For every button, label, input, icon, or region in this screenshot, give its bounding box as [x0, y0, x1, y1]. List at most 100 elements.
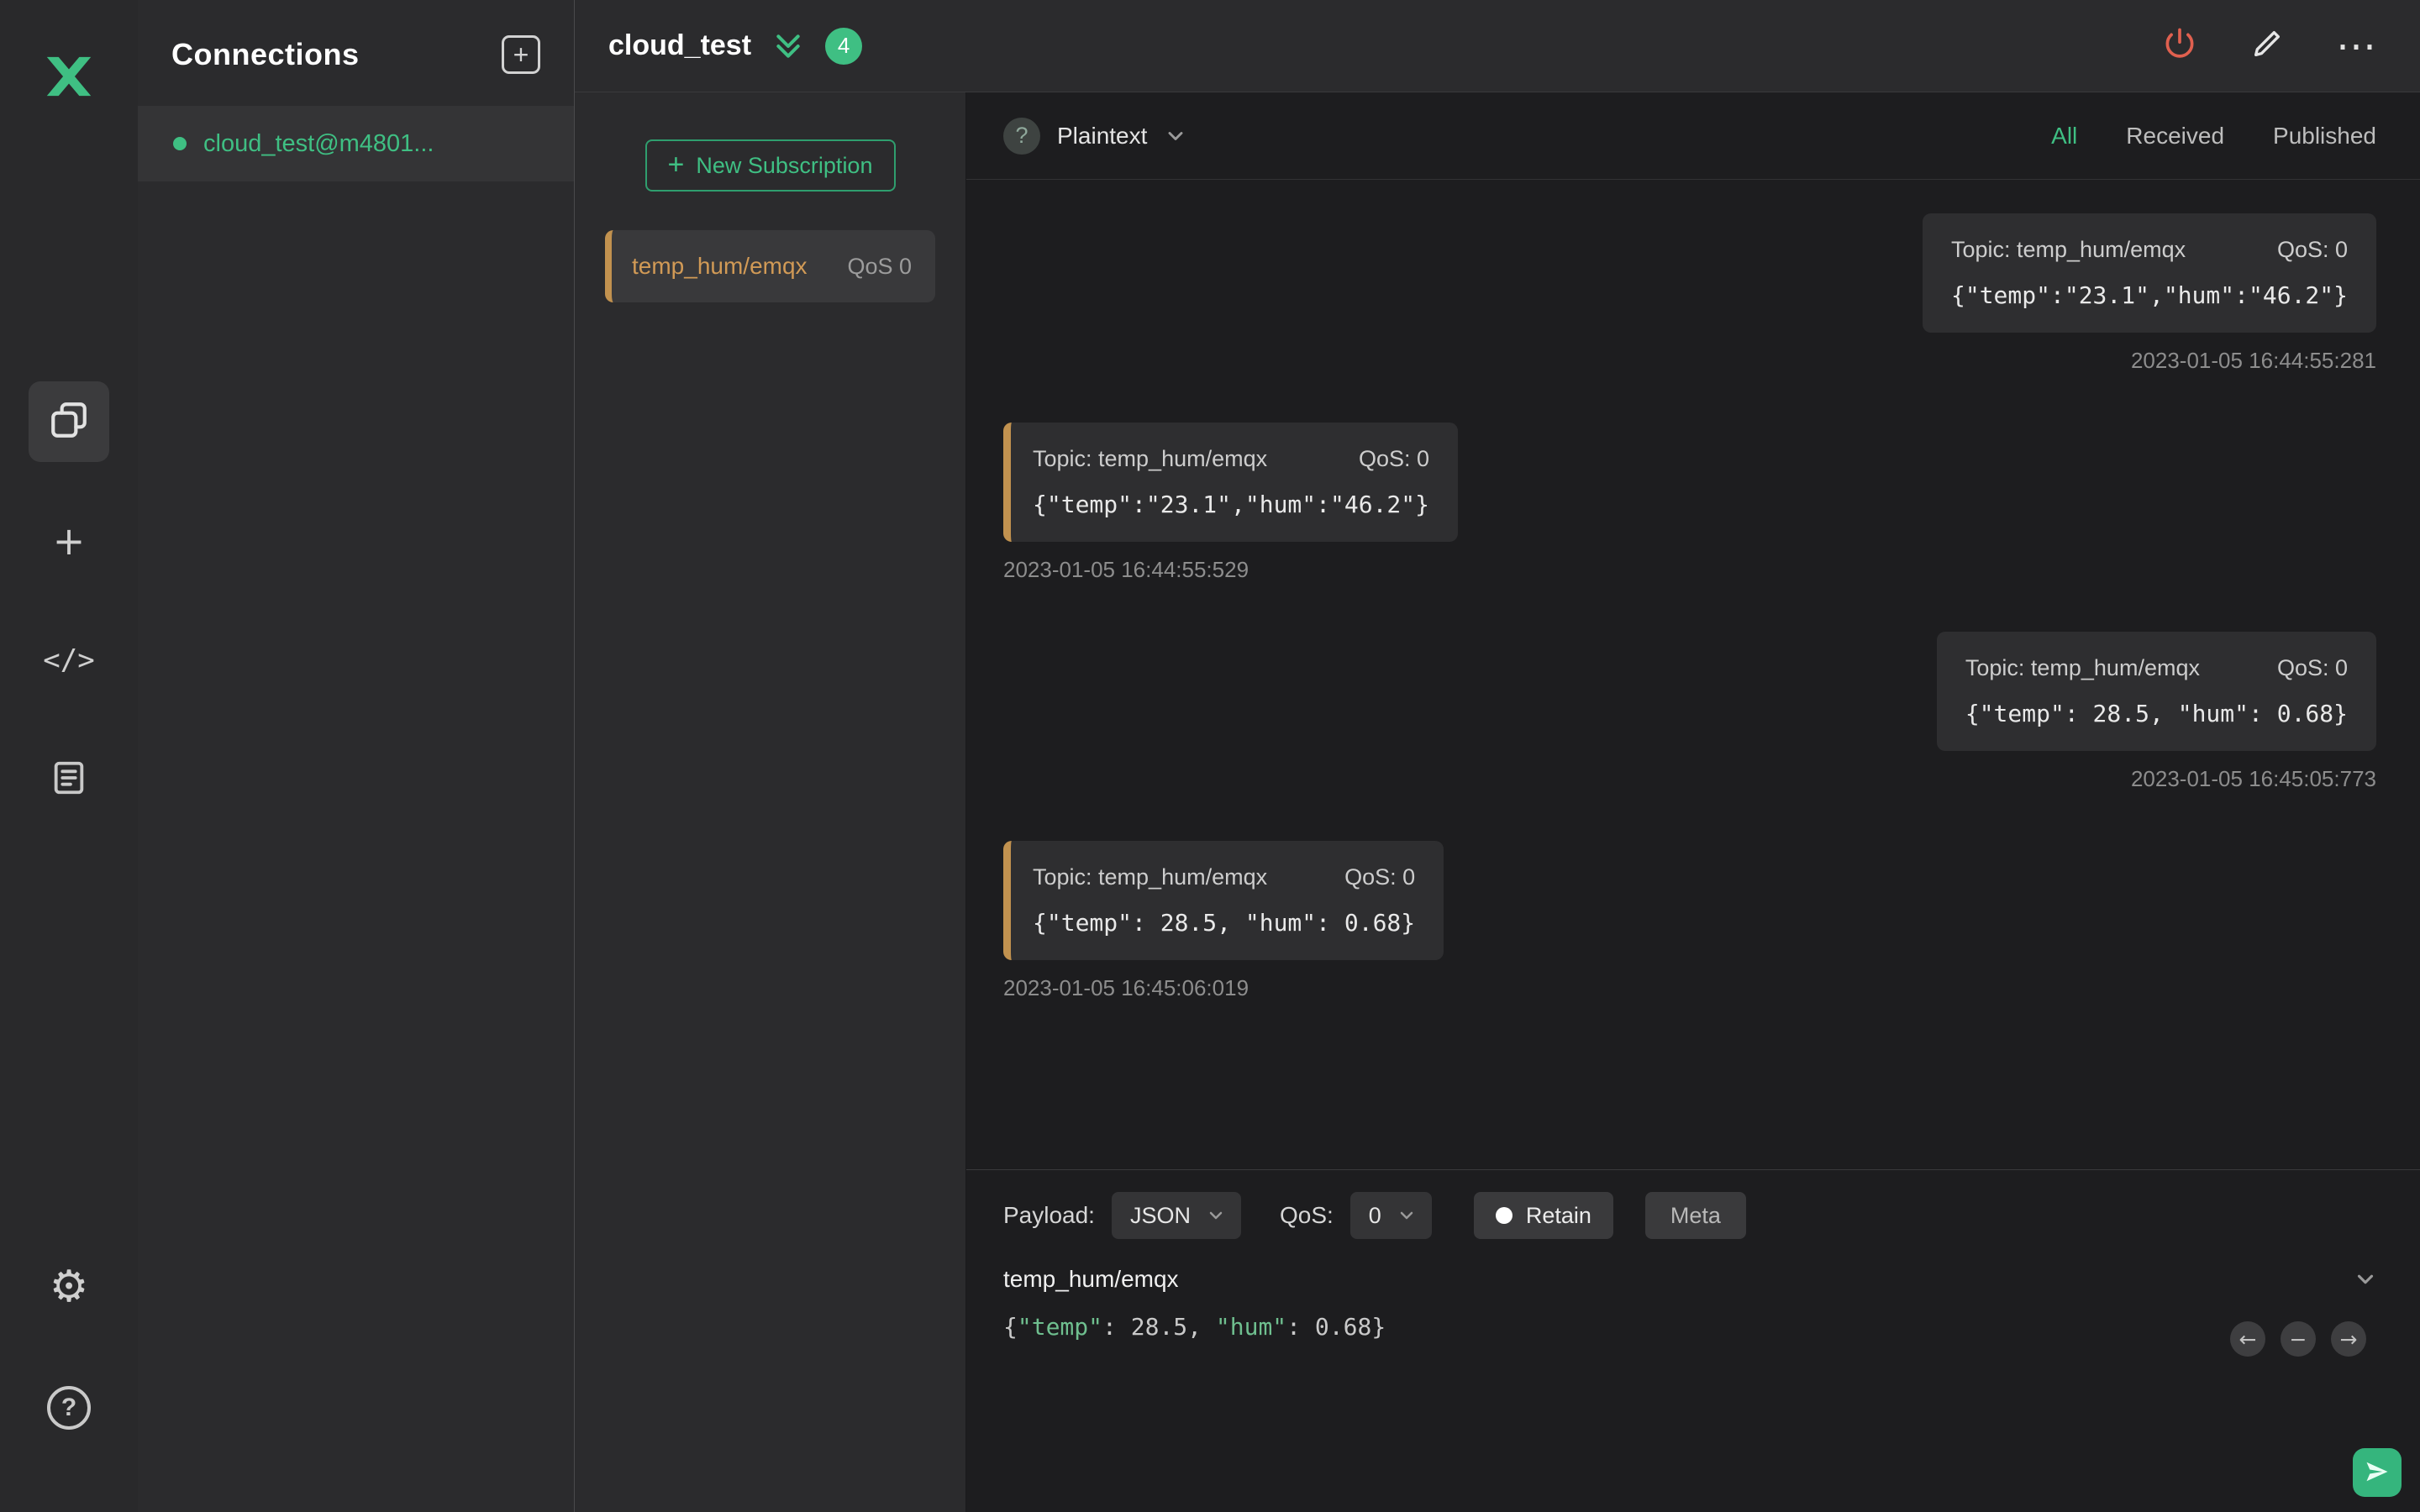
- retain-toggle[interactable]: Retain: [1473, 1192, 1613, 1239]
- connections-header: Connections +: [138, 0, 574, 106]
- message-published: Topic: temp_hum/emqx QoS: 0 {"temp": 28.…: [1003, 632, 2376, 792]
- filter-received[interactable]: Received: [2126, 123, 2224, 150]
- message-card-header: Topic: temp_hum/emqx QoS: 0: [1033, 864, 1415, 890]
- message-timestamp: 2023-01-05 16:45:06:019: [1003, 975, 1249, 1000]
- collapse-editor-chevron-icon[interactable]: [2353, 1267, 2378, 1292]
- messages-panel: ? Plaintext All Received Published Topic…: [966, 92, 2420, 1512]
- edit-connection-button[interactable]: [2250, 27, 2284, 65]
- qos-value: 0: [1368, 1202, 1381, 1228]
- gear-icon: ⚙: [49, 1262, 89, 1312]
- message-filters: All Received Published: [2051, 123, 2376, 150]
- collapse-editor-button[interactable]: −: [2281, 1321, 2316, 1357]
- message-card[interactable]: Topic: temp_hum/emqx QoS: 0 {"temp": 28.…: [1936, 632, 2376, 751]
- add-connection-button[interactable]: +: [502, 35, 540, 74]
- disconnect-button[interactable]: [2161, 25, 2198, 66]
- connections-panel: Connections + cloud_test@m4801...: [138, 0, 575, 1512]
- message-topic: Topic: temp_hum/emqx: [1965, 655, 2200, 680]
- message-list[interactable]: Topic: temp_hum/emqx QoS: 0 {"temp":"23.…: [966, 180, 2420, 1169]
- publish-controls: Payload: JSON QoS: 0 Retain Meta: [1003, 1192, 2383, 1239]
- subscription-count-badge: 4: [825, 27, 863, 65]
- message-card-header: Topic: temp_hum/emqx QoS: 0: [1965, 655, 2348, 681]
- main-content: + New Subscription temp_hum/emqx QoS 0 ?…: [575, 92, 2420, 1512]
- message-payload: {"temp": 28.5, "hum": 0.68}: [1033, 909, 1416, 937]
- message-card[interactable]: Topic: temp_hum/emqx QoS: 0 {"temp": 28.…: [1003, 841, 1444, 960]
- subscriptions-column: + New Subscription temp_hum/emqx QoS 0: [575, 92, 966, 1512]
- power-icon: [2161, 25, 2198, 66]
- retain-dot-icon: [1495, 1207, 1512, 1224]
- send-button[interactable]: [2353, 1448, 2402, 1497]
- topic-input[interactable]: temp_hum/emqx: [1003, 1266, 1179, 1293]
- plus-icon: +: [513, 39, 529, 70]
- next-message-button[interactable]: →: [2331, 1321, 2366, 1357]
- new-subscription-button[interactable]: + New Subscription: [644, 139, 896, 192]
- nav-connections-button[interactable]: [29, 381, 109, 462]
- message-qos: QoS: 0: [2276, 237, 2348, 262]
- message-card[interactable]: Topic: temp_hum/emqx QoS: 0 {"temp":"23.…: [1003, 423, 1459, 542]
- meta-button[interactable]: Meta: [1644, 1192, 1746, 1239]
- subscription-item[interactable]: temp_hum/emqx QoS 0: [605, 230, 935, 302]
- editor-payload-line[interactable]: {"temp": 28.5, "hum": 0.68}: [1003, 1313, 2383, 1341]
- payload-label: Payload:: [1003, 1202, 1095, 1228]
- retain-label: Retain: [1525, 1202, 1591, 1228]
- pencil-icon: [2250, 27, 2284, 65]
- message-timestamp: 2023-01-05 16:44:55:281: [2130, 348, 2376, 373]
- payload-format-select[interactable]: Plaintext: [1057, 123, 1147, 150]
- connected-status-dot: [173, 137, 187, 150]
- log-file-icon: [50, 759, 88, 801]
- payload-type-select[interactable]: JSON: [1111, 1192, 1241, 1239]
- settings-button[interactable]: ⚙: [29, 1247, 109, 1327]
- subscription-topic: temp_hum/emqx: [632, 253, 808, 279]
- qos-label: QoS:: [1279, 1202, 1334, 1228]
- message-received: Topic: temp_hum/emqx QoS: 0 {"temp": 28.…: [1003, 841, 2376, 1001]
- connections-icon: [48, 399, 90, 445]
- mqttx-logo-icon: [33, 40, 105, 113]
- qos-select[interactable]: 0: [1349, 1192, 1432, 1239]
- connection-topbar: cloud_test 4 ⋯: [575, 0, 2420, 92]
- message-card[interactable]: Topic: temp_hum/emqx QoS: 0 {"temp":"23.…: [1922, 213, 2376, 333]
- new-connection-button[interactable]: +: [29, 501, 109, 581]
- plus-icon: +: [52, 518, 86, 564]
- new-subscription-label: New Subscription: [696, 152, 873, 178]
- help-button[interactable]: ?: [29, 1368, 109, 1448]
- filter-published[interactable]: Published: [2273, 123, 2376, 150]
- paper-plane-icon: [2365, 1459, 2390, 1487]
- message-payload: {"temp":"23.1","hum":"46.2"}: [1033, 491, 1430, 518]
- connection-name: cloud_test@m4801...: [203, 129, 434, 157]
- message-card-header: Topic: temp_hum/emqx QoS: 0: [1033, 446, 1429, 472]
- message-published: Topic: temp_hum/emqx QoS: 0 {"temp":"23.…: [1003, 213, 2376, 374]
- chevron-down-icon[interactable]: [1164, 124, 1187, 148]
- format-selector: ? Plaintext: [1003, 117, 1187, 155]
- message-pager: ← − →: [2230, 1321, 2366, 1357]
- filter-all[interactable]: All: [2051, 123, 2077, 150]
- connection-title: cloud_test: [608, 29, 752, 61]
- message-card-header: Topic: temp_hum/emqx QoS: 0: [1951, 237, 2348, 263]
- left-icon-rail: + </> ⚙ ?: [0, 0, 138, 1512]
- more-options-button[interactable]: ⋯: [2336, 26, 2376, 66]
- rail-bottom-group: ⚙ ?: [29, 1247, 109, 1448]
- main-area: cloud_test 4 ⋯ + New Subscription temp_h…: [575, 0, 2420, 1512]
- message-received: Topic: temp_hum/emqx QoS: 0 {"temp":"23.…: [1003, 423, 2376, 583]
- topic-row: temp_hum/emqx: [1003, 1266, 2383, 1293]
- payload-type-value: JSON: [1129, 1202, 1191, 1228]
- nav-log-button[interactable]: [29, 739, 109, 820]
- format-help-icon[interactable]: ?: [1003, 117, 1040, 155]
- connection-list-item[interactable]: cloud_test@m4801...: [138, 106, 574, 181]
- message-topic: Topic: temp_hum/emqx: [1033, 446, 1268, 471]
- message-qos: QoS: 0: [2276, 655, 2348, 680]
- topbar-right: ⋯: [2161, 25, 2376, 66]
- message-topic: Topic: temp_hum/emqx: [1033, 864, 1268, 890]
- publish-area: Payload: JSON QoS: 0 Retain Meta temp_hu…: [966, 1169, 2420, 1512]
- message-qos: QoS: 0: [1358, 446, 1430, 471]
- message-timestamp: 2023-01-05 16:44:55:529: [1003, 557, 1249, 582]
- help-icon: ?: [47, 1386, 91, 1430]
- message-timestamp: 2023-01-05 16:45:05:773: [2130, 766, 2376, 791]
- message-topic: Topic: temp_hum/emqx: [1950, 237, 2186, 262]
- prev-message-button[interactable]: ←: [2230, 1321, 2265, 1357]
- message-payload: {"temp": 28.5, "hum": 0.68}: [1965, 700, 2348, 727]
- double-chevron-down-icon[interactable]: [771, 29, 805, 63]
- topbar-left: cloud_test 4: [608, 27, 863, 65]
- nav-script-button[interactable]: </>: [29, 620, 109, 701]
- plus-icon: +: [667, 148, 685, 181]
- connections-title: Connections: [171, 37, 360, 71]
- subscription-qos: QoS 0: [847, 253, 912, 279]
